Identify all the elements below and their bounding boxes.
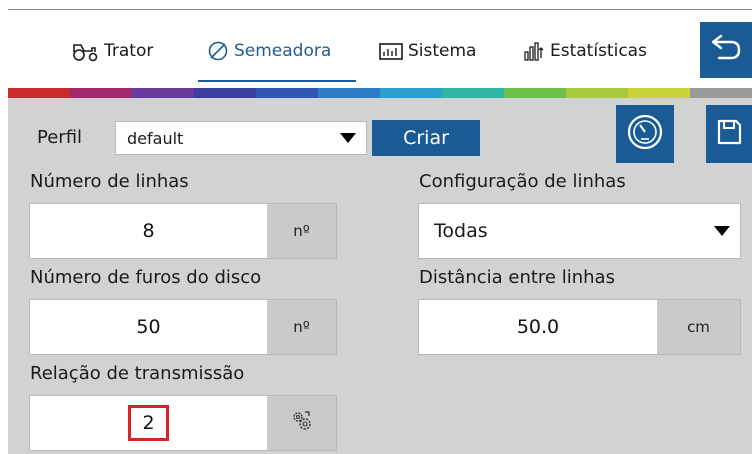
bar-chart-icon <box>522 40 546 62</box>
disc-holes-label: Número de furos do disco <box>30 267 262 288</box>
stripe-segment <box>690 88 752 98</box>
stripe-segment <box>194 88 256 98</box>
chevron-down-icon <box>714 226 730 236</box>
tab-semeadora-label: Semeadora <box>234 41 332 61</box>
tab-semeadora[interactable]: Semeadora <box>206 36 331 66</box>
tab-estatisticas-label: Estatísticas <box>550 41 647 61</box>
row-config-select[interactable]: Todas <box>418 203 741 259</box>
stripe-segment <box>442 88 504 98</box>
tab-trator-label: Trator <box>104 41 154 61</box>
num-rows-input[interactable]: 8 <box>30 204 267 258</box>
gauge-icon <box>626 113 664 155</box>
stripe-segment <box>8 88 70 98</box>
stripe-segment <box>566 88 628 98</box>
tab-estatisticas[interactable]: Estatísticas <box>522 36 647 66</box>
transmission-input-wrap[interactable]: 2 <box>30 396 267 450</box>
profile-select-value: default <box>127 128 184 148</box>
tab-sistema[interactable]: Sistema <box>378 36 476 66</box>
row-spacing-field[interactable]: 50.0 cm <box>418 299 741 355</box>
tab-bar: Trator Semeadora Sistema Estatísticas <box>0 10 752 88</box>
disc-holes-input[interactable]: 50 <box>30 300 267 354</box>
display-icon <box>378 40 404 62</box>
save-button[interactable] <box>706 105 752 163</box>
tab-trator[interactable]: Trator <box>70 36 153 66</box>
row-config-label: Configuração de linhas <box>419 171 626 192</box>
disc-holes-field[interactable]: 50 nº <box>29 299 337 355</box>
gauge-button[interactable] <box>616 105 674 163</box>
row-config-value: Todas <box>434 220 488 242</box>
profile-select[interactable]: default <box>115 121 367 155</box>
transmission-label: Relação de transmissão <box>30 363 245 384</box>
gears-icon <box>290 409 314 437</box>
transmission-unit <box>267 396 336 450</box>
back-button[interactable] <box>700 22 752 78</box>
main-panel: Perfil default Criar Número de linhas 8 … <box>8 98 752 454</box>
color-stripe <box>8 88 752 98</box>
transmission-input[interactable]: 2 <box>128 405 169 441</box>
tab-sistema-label: Sistema <box>408 41 477 61</box>
save-icon <box>714 117 744 151</box>
num-rows-field[interactable]: 8 nº <box>29 203 337 259</box>
num-rows-unit: nº <box>267 204 336 258</box>
transmission-field[interactable]: 2 <box>29 395 337 451</box>
row-spacing-unit: cm <box>657 300 740 354</box>
leaf-icon <box>206 40 230 62</box>
stripe-segment <box>70 88 132 98</box>
stripe-segment <box>380 88 442 98</box>
stripe-segment <box>256 88 318 98</box>
active-tab-indicator <box>198 80 356 82</box>
back-arrow-icon <box>709 33 743 67</box>
stripe-segment <box>318 88 380 98</box>
chevron-down-icon <box>340 133 356 143</box>
create-profile-button[interactable]: Criar <box>372 120 480 156</box>
profile-label: Perfil <box>37 127 83 148</box>
tractor-icon <box>70 40 100 62</box>
stripe-segment <box>628 88 690 98</box>
stripe-segment <box>504 88 566 98</box>
row-spacing-label: Distância entre linhas <box>419 267 615 288</box>
disc-holes-unit: nº <box>267 300 336 354</box>
row-spacing-input[interactable]: 50.0 <box>419 300 657 354</box>
stripe-segment <box>132 88 194 98</box>
num-rows-label: Número de linhas <box>30 171 189 192</box>
